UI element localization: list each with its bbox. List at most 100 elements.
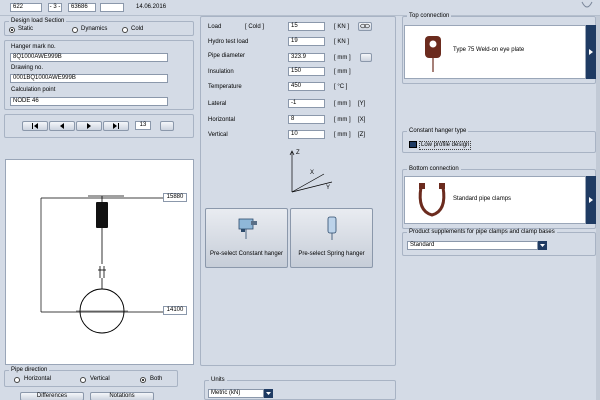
vertical-input[interactable]: 10	[288, 130, 325, 139]
top-field-3[interactable]: 63686	[68, 3, 96, 12]
units-dropdown-button[interactable]	[264, 389, 273, 398]
dim-bottom-label: 14100	[163, 306, 187, 315]
low-profile-checkbox[interactable]	[409, 141, 417, 148]
load-sublabel: [ Cold ]	[245, 24, 265, 30]
top-field-2[interactable]: - 3 -	[48, 3, 62, 12]
pipe-direction-title: Pipe direction	[9, 367, 50, 374]
axis-z-label: Z	[296, 150, 300, 156]
last-icon	[113, 123, 119, 129]
chevron-down-icon	[540, 244, 545, 247]
lateral-label: Lateral	[208, 101, 227, 107]
radio-cold[interactable]	[122, 27, 128, 33]
insulation-input[interactable]: 150	[288, 67, 325, 76]
load-input[interactable]: 15	[288, 22, 325, 31]
top-field-4[interactable]	[100, 3, 124, 12]
pipe-diameter-button[interactable]	[360, 53, 372, 62]
drawing-no-label: Drawing no.	[11, 65, 44, 71]
load-link-button[interactable]	[358, 22, 372, 31]
top-connection-panel[interactable]: Type 75 Weld-on eye plate	[404, 25, 586, 79]
page-number-field[interactable]: 13	[135, 121, 151, 130]
radio-both[interactable]	[140, 377, 146, 383]
last-record-button[interactable]	[103, 121, 129, 131]
pipe-diameter-label: Pipe diameter	[208, 53, 246, 59]
bottom-connection-item: Standard pipe clamps	[453, 196, 512, 202]
first-record-button[interactable]	[22, 121, 48, 131]
lateral-input[interactable]: -1	[288, 99, 325, 108]
drawing-no-input[interactable]: 0001BQ1000AWE999B	[10, 74, 168, 83]
constant-hanger-type-title: Constant hanger type	[407, 128, 469, 135]
lateral-unit: [ mm ]	[334, 101, 351, 107]
design-load-title: Design load Section	[9, 18, 67, 25]
load-unit: [ KN ]	[334, 24, 350, 30]
prev-icon	[60, 123, 64, 129]
lateral-axis: [Y]	[358, 101, 366, 107]
radio-dynamics-label: Dynamics	[81, 26, 108, 32]
weld-eye-plate-icon	[425, 36, 441, 72]
constant-hanger-icon	[238, 218, 257, 239]
insulation-unit: [ mm ]	[334, 69, 351, 75]
first-icon	[32, 123, 38, 129]
prev-record-button[interactable]	[49, 121, 75, 131]
chevron-right-icon	[589, 49, 593, 55]
preselect-spring-button[interactable]: Pre-select Spring hanger	[290, 208, 373, 268]
temperature-input[interactable]: 450	[288, 82, 325, 91]
vertical-axis: [Z]	[358, 132, 365, 138]
hanger-mark-input[interactable]: 8Q1000AWE999B	[10, 53, 168, 62]
date-label: 14.06.2016	[136, 4, 167, 10]
radio-vertical-label: Vertical	[90, 376, 110, 382]
radio-vertical[interactable]	[80, 377, 86, 383]
product-supplements-title: Product supplements for pipe clamps and …	[407, 229, 557, 236]
logo-icon	[580, 0, 594, 12]
product-supplements-dropdown[interactable]	[538, 241, 547, 250]
navigator-extra-button[interactable]	[160, 121, 174, 131]
load-label: Load	[208, 24, 222, 30]
units-title: Units	[209, 377, 227, 384]
radio-cold-label: Cold	[131, 26, 144, 32]
differences-button[interactable]: Differences	[20, 392, 84, 400]
horizontal-axis: [X]	[358, 117, 366, 123]
pipe-diameter-unit: [ mm ]	[334, 55, 351, 61]
hydro-test-unit: [ KN ]	[334, 39, 350, 45]
hanger-mark-label: Hanger mark no.	[11, 44, 56, 50]
top-connection-scroll[interactable]	[586, 25, 596, 79]
calc-point-label: Calculation point	[11, 87, 56, 93]
radio-horizontal[interactable]	[14, 377, 20, 383]
low-profile-label: Low profile design	[419, 141, 472, 150]
pipe-clamp-icon	[418, 183, 446, 217]
preselect-spring-label: Pre-select Spring hanger	[298, 251, 365, 257]
bottom-connection-scroll[interactable]	[586, 176, 596, 224]
radio-both-label: Both	[150, 376, 163, 382]
axis-y-label: Y	[326, 185, 331, 191]
radio-horizontal-label: Horizontal	[24, 376, 52, 382]
axis-x-label: X	[310, 170, 315, 176]
pipe-diameter-input[interactable]: 323.9	[288, 53, 325, 62]
hydro-test-input[interactable]: 19	[288, 37, 325, 46]
top-field-1[interactable]: 622	[10, 3, 42, 12]
next-record-button[interactable]	[76, 121, 102, 131]
preselect-constant-label: Pre-select Constant hanger	[209, 251, 284, 257]
radio-dynamics[interactable]	[72, 27, 78, 33]
chevron-right-icon	[589, 197, 593, 203]
vertical-label: Vertical	[208, 132, 228, 138]
hanger-drawing-panel	[5, 159, 194, 365]
dim-top-label: 15880	[163, 193, 187, 202]
calc-point-input[interactable]: NODE 46	[10, 97, 168, 106]
vertical-unit: [ mm ]	[334, 132, 351, 138]
top-connection-title: Top connection	[407, 13, 452, 20]
notations-button[interactable]: Notations	[90, 392, 154, 400]
temperature-label: Temperature	[208, 84, 242, 90]
chevron-down-icon	[266, 392, 271, 395]
bottom-connection-panel[interactable]: Standard pipe clamps	[404, 176, 586, 224]
right-edge-strip	[596, 16, 600, 400]
radio-static[interactable]	[9, 27, 15, 33]
horizontal-input[interactable]: 8	[288, 115, 325, 124]
top-connection-item: Type 75 Weld-on eye plate	[453, 47, 525, 53]
radio-static-label: Static	[18, 26, 34, 32]
units-select[interactable]: Metric (kN)	[208, 389, 264, 398]
preselect-constant-button[interactable]: Pre-select Constant hanger	[205, 208, 288, 268]
horizontal-unit: [ mm ]	[334, 117, 351, 123]
product-supplements-select[interactable]: Standard	[407, 241, 538, 250]
next-icon	[87, 123, 91, 129]
link-icon	[360, 23, 370, 29]
horizontal-label: Horizontal	[208, 117, 236, 123]
